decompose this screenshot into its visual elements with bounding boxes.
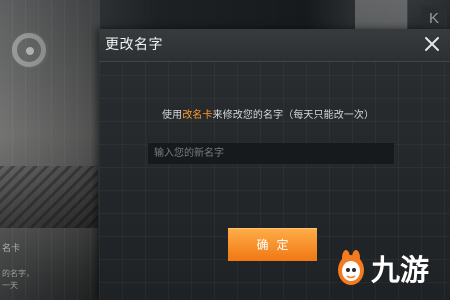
jiuyou-watermark: 九游 — [334, 236, 450, 300]
rename-instruction: 使用改名卡来修改您的名字（每天只能改一次） — [162, 109, 392, 123]
rename-card-highlight: 改名卡 — [182, 110, 213, 121]
dialog-title: 更改名字 — [105, 37, 163, 53]
instruction-suffix: 来修改您的名字（每天只能改一次） — [212, 110, 375, 121]
new-name-input[interactable] — [147, 142, 395, 165]
background-card-label: 名卡 — [2, 244, 21, 254]
dialog-header: 更改名字 — [99, 29, 450, 62]
watermark-text: 九游 — [371, 253, 429, 287]
faded-emblem-icon — [12, 33, 46, 67]
game-screen: 名卡 的名字， 一天 K 更改名字 使用改名卡来修改您的名字（每天只能改一次） … — [0, 0, 450, 300]
background-description-line: 一天 — [2, 281, 18, 290]
instruction-prefix: 使用 — [162, 110, 183, 121]
confirm-button[interactable]: 确定 — [228, 228, 317, 261]
background-scene-left: 名卡 的名字， 一天 — [0, 0, 100, 300]
close-button[interactable] — [423, 35, 441, 53]
background-description-line: 的名字， — [2, 269, 34, 278]
close-icon — [425, 37, 439, 51]
jiuyou-logo-icon: 九游 — [338, 250, 429, 287]
